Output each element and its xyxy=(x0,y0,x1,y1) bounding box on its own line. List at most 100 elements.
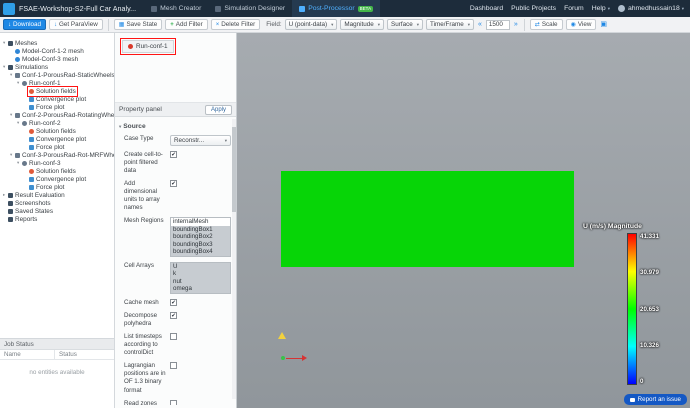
property-row: Add dimensional units to array names ✔ xyxy=(124,180,177,212)
job-status-empty: no entities available xyxy=(29,369,85,376)
representation-select[interactable]: Surface ▾ xyxy=(387,19,423,30)
delete-filter-button[interactable]: × Delete Filter xyxy=(210,19,261,30)
tree-item-saved-states[interactable]: Saved States xyxy=(0,207,114,215)
field-label: Field: xyxy=(266,21,282,28)
list-option[interactable]: boundingBox3 xyxy=(171,240,230,249)
report-issue-button[interactable]: Report an issue xyxy=(623,394,687,405)
pipeline-item-run-conf-1[interactable]: Run-conf-1 xyxy=(119,37,177,56)
column-status: Status xyxy=(59,351,77,358)
tree-item-run-conf-3[interactable]: ▾ Run-conf-3 xyxy=(0,159,114,167)
property-row: Decompose polyhedra ✔ xyxy=(124,312,177,328)
list-option[interactable]: k xyxy=(171,270,230,278)
tree-item-simulations[interactable]: ▾ Simulations xyxy=(0,63,114,71)
tree-item-solution-fields-1[interactable]: Solution fields xyxy=(0,85,114,97)
list-option[interactable]: boundingBox4 xyxy=(171,248,230,256)
component-select[interactable]: Magnitude ▾ xyxy=(340,19,385,30)
legend-title: U (m/s) Magnitude xyxy=(583,223,642,230)
view-button[interactable]: ◉ View xyxy=(565,19,597,30)
save-state-button[interactable]: ▦ Save State xyxy=(113,19,163,30)
tree-item-meshes[interactable]: ▾ Meshes xyxy=(0,39,114,47)
tree-item-solution-fields-3[interactable]: Solution fields xyxy=(0,167,114,175)
list-option[interactable]: internalMesh xyxy=(171,218,230,226)
nav-dashboard[interactable]: Dashboard xyxy=(470,5,503,12)
frame-input[interactable] xyxy=(485,19,510,30)
nav-public-projects[interactable]: Public Projects xyxy=(511,5,556,12)
case-type-select[interactable]: Reconstr... ▾ xyxy=(170,135,231,146)
tree-item-model-conf-3-mesh[interactable]: Model-Conf-3 mesh xyxy=(0,55,114,63)
scale-button[interactable]: ⇄ Scale xyxy=(529,19,563,30)
list-option[interactable]: boundingBox1 xyxy=(171,225,230,234)
tree-item-conf-1[interactable]: ▾ Conf-1-PorousRad-StaticWheels xyxy=(0,71,114,79)
viewport-canvas[interactable]: U (m/s) Magnitude 41.331 30.979 20.653 1… xyxy=(237,33,690,408)
last-frame-button[interactable]: » xyxy=(513,21,519,28)
camera-button[interactable]: ▣ xyxy=(599,21,608,28)
field-select[interactable]: U (point-data) ▾ xyxy=(284,19,338,30)
checkbox-decompose-polyhedra[interactable]: ✔ xyxy=(170,312,177,319)
tree-item-conf-2[interactable]: ▾ Conf-2-PorousRad-RotatingWheels xyxy=(0,111,114,119)
download-button[interactable]: ↓ Download xyxy=(3,19,47,30)
checkbox-create-cell-to-point[interactable]: ✔ xyxy=(170,151,177,158)
tree-item-force-plot-3[interactable]: Force plot xyxy=(0,183,114,191)
list-option[interactable]: boundingBox2 xyxy=(171,233,230,241)
get-paraview-button[interactable]: ↓ Get ParaView xyxy=(49,19,103,30)
tree-item-reports[interactable]: Reports xyxy=(0,215,114,223)
tree-item-convergence-plot-2[interactable]: Convergence plot xyxy=(0,135,114,143)
property-panel-title: Property panel xyxy=(119,106,162,113)
checkbox-read-zones[interactable] xyxy=(170,399,177,405)
checkbox-add-dimensional-units[interactable]: ✔ xyxy=(170,180,177,188)
nav-help[interactable]: Help ▾ xyxy=(592,5,610,12)
checkbox-lagrangian-positions[interactable] xyxy=(170,362,177,370)
list-option[interactable]: U xyxy=(171,262,230,271)
representation-value: Surface xyxy=(391,21,413,28)
scrollbar-thumb[interactable] xyxy=(232,127,236,212)
tree-item-result-evaluation[interactable]: ▸ Result Evaluation xyxy=(0,191,114,199)
annotation-solution-fields: Solution fields xyxy=(26,85,79,97)
workbench-tabs: Mesh Creator Simulation Designer Post-Pr… xyxy=(144,0,381,17)
checkbox-cache-mesh[interactable]: ✔ xyxy=(170,298,177,306)
tree-item-run-conf-2[interactable]: ▾ Run-conf-2 xyxy=(0,119,114,127)
pipeline-browser: Run-conf-1 xyxy=(115,33,236,103)
list-option[interactable]: nut xyxy=(171,277,230,286)
chevron-down-icon: ▾ xyxy=(331,21,334,27)
checkbox-list-timesteps[interactable] xyxy=(170,333,177,341)
tree-item-solution-fields-2[interactable]: Solution fields xyxy=(0,127,114,135)
folder-icon xyxy=(8,64,13,70)
post-processor-icon xyxy=(299,5,306,12)
saved-states-icon xyxy=(8,208,13,214)
time-frame-select[interactable]: Time/Frame ▾ xyxy=(426,19,474,30)
user-menu[interactable]: ahmedhussain18 ▾ xyxy=(617,5,684,12)
tree-item-force-plot-2[interactable]: Force plot xyxy=(0,143,114,151)
tree-item-convergence-plot-3[interactable]: Convergence plot xyxy=(0,175,114,183)
panel-scrollbar[interactable] xyxy=(232,119,236,399)
simulation-icon xyxy=(15,72,20,78)
tree-item-run-conf-1[interactable]: ▾ Run-conf-1 xyxy=(0,79,114,87)
add-filter-button[interactable]: + Add Filter xyxy=(165,19,208,30)
section-source[interactable]: ▾ Source xyxy=(119,123,231,130)
save-icon: ▦ xyxy=(118,21,125,28)
property-row: Cache mesh ✔ xyxy=(124,298,177,306)
app-logo-icon[interactable] xyxy=(3,2,15,15)
tree-item-model-conf-1-2-mesh[interactable]: Model-Conf-1-2 mesh xyxy=(0,47,114,55)
solution-fields-icon xyxy=(29,88,34,94)
tree-item-conf-3[interactable]: ▾ Conf-3-PorousRad-Rot-MRFWheels xyxy=(0,151,114,159)
user-name: ahmedhussain18 xyxy=(627,5,680,12)
apply-button[interactable]: Apply xyxy=(204,104,232,115)
tree-item-screenshots[interactable]: Screenshots xyxy=(0,199,114,207)
first-frame-button[interactable]: « xyxy=(477,21,483,28)
tree-item-force-plot-1[interactable]: Force plot xyxy=(0,103,114,111)
tree-item-convergence-plot-1[interactable]: Convergence plot xyxy=(0,95,114,103)
tab-mesh-creator[interactable]: Mesh Creator xyxy=(144,0,208,17)
tab-label: Post-Processor xyxy=(308,5,355,12)
reports-icon xyxy=(8,216,13,222)
mesh-regions-list[interactable]: internalMesh boundingBox1 boundingBox2 b… xyxy=(170,217,231,257)
filter-panel: Run-conf-1 Property panel Apply ▾ Source… xyxy=(115,33,237,408)
source-dot-icon xyxy=(128,44,133,49)
nav-forum[interactable]: Forum xyxy=(564,5,584,12)
cell-arrays-list[interactable]: U k nut omega xyxy=(170,261,231,294)
orientation-axes-icon xyxy=(281,353,311,363)
list-option[interactable]: omega xyxy=(171,285,230,293)
tab-post-processor[interactable]: Post-Processor BETA xyxy=(292,0,381,17)
pipeline-item-label: Run-conf-1 xyxy=(136,43,168,50)
tab-simulation-designer[interactable]: Simulation Designer xyxy=(208,0,292,17)
paraview-icon: ↓ xyxy=(54,21,58,28)
